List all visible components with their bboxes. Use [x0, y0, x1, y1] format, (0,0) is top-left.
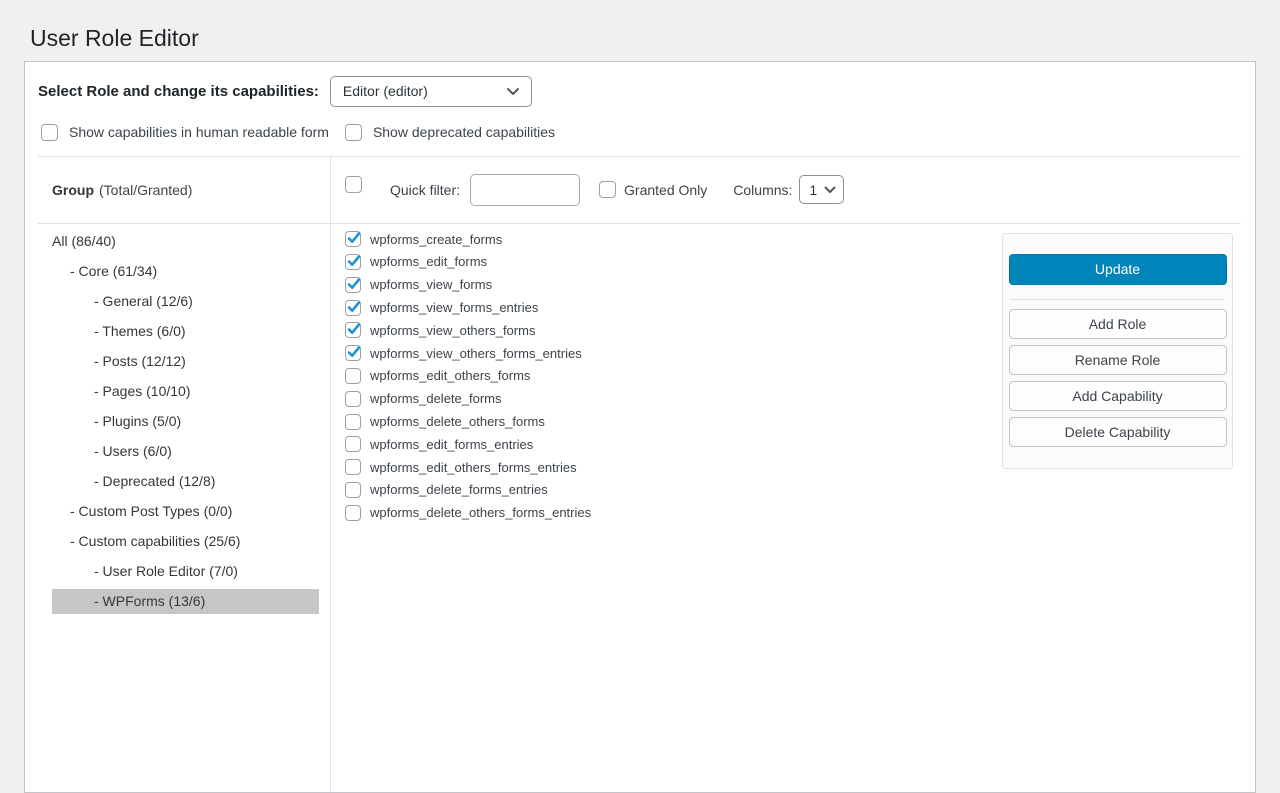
- capability-name: wpforms_view_forms: [370, 277, 492, 292]
- role-select-value: Editor (editor): [343, 83, 428, 99]
- capability-name: wpforms_edit_others_forms_entries: [370, 460, 577, 475]
- capabilities-column: Quick filter: Granted Only Columns: 1 wp…: [331, 157, 1255, 792]
- group-tree: All (86/40) - Core (61/34) - General (12/6…: [25, 224, 330, 619]
- deprecated-checkbox[interactable]: [345, 124, 362, 141]
- chevron-down-icon: [824, 186, 836, 194]
- quick-filter-input[interactable]: [470, 174, 580, 206]
- page-title: User Role Editor: [0, 0, 1280, 61]
- capability-name: wpforms_view_others_forms: [370, 323, 535, 338]
- add-role-button[interactable]: Add Role: [1009, 309, 1227, 339]
- capability-name: wpforms_view_forms_entries: [370, 300, 538, 315]
- user-role-editor-panel: Select Role and change its capabilities:…: [24, 61, 1256, 793]
- update-button[interactable]: Update: [1009, 254, 1227, 285]
- capabilities-list: wpforms_create_forms wpforms_edit_formswp…: [331, 224, 1002, 524]
- columns-select-value: 1: [809, 182, 817, 198]
- capability-name: wpforms_delete_others_forms: [370, 414, 545, 429]
- capability-name: wpforms_edit_others_forms: [370, 368, 530, 383]
- groups-header-title: Group: [52, 182, 94, 198]
- capability-checkbox[interactable]: [345, 300, 361, 316]
- capability-row: wpforms_create_forms: [345, 228, 1002, 251]
- capability-checkbox[interactable]: [345, 414, 361, 430]
- capability-checkbox[interactable]: [345, 436, 361, 452]
- role-selector-label: Select Role and change its capabilities:: [38, 83, 319, 100]
- rename-role-button[interactable]: Rename Role: [1009, 345, 1227, 375]
- capability-checkbox[interactable]: [345, 391, 361, 407]
- filter-bar: Quick filter: Granted Only Columns: 1: [331, 157, 1241, 224]
- group-tree-item[interactable]: - Custom capabilities (25/6): [52, 529, 319, 554]
- top-section: Select Role and change its capabilities:…: [25, 62, 1255, 157]
- group-tree-item[interactable]: - Core (61/34): [52, 259, 319, 284]
- capability-row: wpforms_edit_others_forms: [345, 365, 1002, 388]
- group-tree-item[interactable]: - Posts (12/12): [52, 349, 319, 374]
- capability-row: wpforms_edit_forms: [345, 251, 1002, 274]
- capability-row: wpforms_delete_forms_entries: [345, 479, 1002, 502]
- group-tree-item[interactable]: - Plugins (5/0): [52, 409, 319, 434]
- groups-header-suffix: (Total/Granted): [99, 182, 192, 198]
- capability-row: wpforms_edit_others_forms_entries: [345, 456, 1002, 479]
- capability-row: wpforms_view_forms_entries: [345, 296, 1002, 319]
- secondary-actions: Add Role Rename Role Add Capability Delete …: [1008, 309, 1227, 447]
- role-select[interactable]: Editor (editor): [330, 76, 532, 107]
- group-tree-item[interactable]: - General (12/6): [52, 289, 319, 314]
- granted-only-checkbox[interactable]: [599, 181, 616, 198]
- group-tree-item[interactable]: - User Role Editor (7/0): [52, 559, 319, 584]
- role-selector-row: Select Role and change its capabilities:…: [38, 76, 1241, 107]
- capability-row: wpforms_delete_others_forms_entries: [345, 501, 1002, 524]
- group-tree-item[interactable]: - Deprecated (12/8): [52, 469, 319, 494]
- capability-row: wpforms_edit_forms_entries: [345, 433, 1002, 456]
- select-all-checkbox[interactable]: [345, 176, 362, 193]
- group-tree-item[interactable]: All (86/40): [52, 229, 319, 254]
- group-tree-item[interactable]: - WPForms (13/6): [52, 589, 319, 614]
- quick-filter-label: Quick filter:: [390, 182, 460, 198]
- capability-name: wpforms_edit_forms: [370, 254, 487, 269]
- deprecated-label: Show deprecated capabilities: [373, 124, 555, 140]
- main-area: Group (Total/Granted) All (86/40) - Core …: [25, 157, 1255, 792]
- capability-checkbox[interactable]: [345, 459, 361, 475]
- capabilities-area: wpforms_create_forms wpforms_edit_formswp…: [331, 224, 1255, 792]
- group-tree-item[interactable]: - Users (6/0): [52, 439, 319, 464]
- capability-checkbox[interactable]: [345, 345, 361, 361]
- columns-label: Columns:: [733, 182, 792, 198]
- delete-capability-button[interactable]: Delete Capability: [1009, 417, 1227, 447]
- human-readable-option[interactable]: Show capabilities in human readable form: [41, 124, 329, 141]
- capability-checkbox[interactable]: [345, 322, 361, 338]
- actions-divider: [1010, 299, 1225, 300]
- group-tree-item[interactable]: - Pages (10/10): [52, 379, 319, 404]
- human-readable-label: Show capabilities in human readable form: [69, 124, 329, 140]
- capability-name: wpforms_edit_forms_entries: [370, 437, 533, 452]
- capability-name: wpforms_delete_others_forms_entries: [370, 505, 591, 520]
- add-capability-button[interactable]: Add Capability: [1009, 381, 1227, 411]
- capability-checkbox[interactable]: [345, 231, 361, 247]
- capability-checkbox[interactable]: [345, 254, 361, 270]
- capability-row: wpforms_view_others_forms_entries: [345, 342, 1002, 365]
- display-options-row: Show capabilities in human readable form…: [38, 124, 1241, 141]
- capability-checkbox[interactable]: [345, 368, 361, 384]
- group-tree-item[interactable]: - Themes (6/0): [52, 319, 319, 344]
- human-readable-checkbox[interactable]: [41, 124, 58, 141]
- chevron-down-icon: [506, 87, 520, 96]
- capability-row: wpforms_delete_forms: [345, 387, 1002, 410]
- groups-header: Group (Total/Granted): [38, 157, 330, 224]
- columns-select[interactable]: 1: [799, 175, 844, 204]
- capability-name: wpforms_delete_forms: [370, 391, 502, 406]
- capability-checkbox[interactable]: [345, 482, 361, 498]
- actions-panel: Update Add Role Rename Role Add Capability…: [1002, 233, 1233, 469]
- granted-only-label: Granted Only: [624, 182, 707, 198]
- group-tree-item[interactable]: - Custom Post Types (0/0): [52, 499, 319, 524]
- capability-row: wpforms_delete_others_forms: [345, 410, 1002, 433]
- deprecated-option[interactable]: Show deprecated capabilities: [345, 124, 555, 141]
- capability-checkbox[interactable]: [345, 505, 361, 521]
- capability-name: wpforms_delete_forms_entries: [370, 482, 548, 497]
- capability-checkbox[interactable]: [345, 277, 361, 293]
- capability-row: wpforms_view_others_forms: [345, 319, 1002, 342]
- capability-name: wpforms_view_others_forms_entries: [370, 346, 582, 361]
- capability-row: wpforms_view_forms: [345, 273, 1002, 296]
- groups-column: Group (Total/Granted) All (86/40) - Core …: [25, 157, 331, 792]
- capability-name: wpforms_create_forms: [370, 232, 502, 247]
